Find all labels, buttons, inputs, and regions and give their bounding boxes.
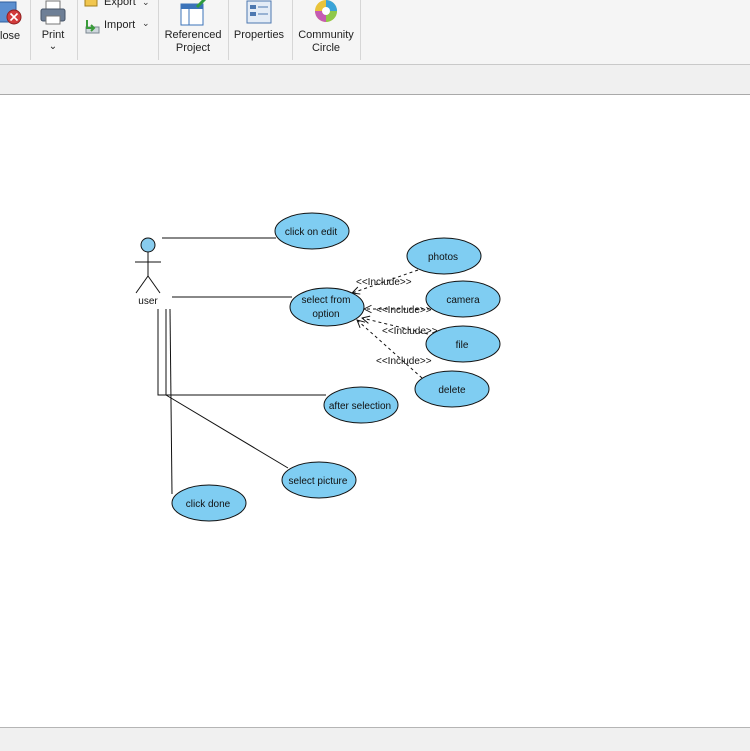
printer-icon [40,0,66,25]
ribbon-separator [158,0,159,60]
use-case-camera[interactable]: camera [425,280,501,318]
include-label: <<Include>> [382,326,438,337]
use-case-label: file [456,340,469,351]
actor-leg-right [147,275,161,294]
community-circle-label-2: Circle [311,42,341,54]
referenced-project-label-2: Project [175,42,211,54]
include-label: <<Include>> [376,356,432,367]
use-case-delete[interactable]: delete [414,370,490,408]
use-case-select-picture[interactable]: select picture [281,461,357,499]
use-case-label: click on edit [285,227,337,238]
community-circle-icon [315,0,337,22]
properties-button[interactable]: Properties [232,0,286,42]
close-button[interactable]: lose [0,0,24,42]
include-label: <<Include>> [356,277,412,288]
use-case-photos[interactable]: photos [406,237,482,275]
properties-label: Properties [233,29,285,41]
chevron-down-icon: ⌄ [142,0,150,7]
use-case-label: after selection [329,401,391,412]
association-line[interactable] [157,309,326,396]
import-button[interactable]: Import ⌄ [84,17,154,34]
use-case-label-line2: option [312,309,339,320]
use-case-label: photos [428,252,458,263]
use-case-select-from-option[interactable]: select from option [289,287,365,327]
import-icon [85,20,100,34]
use-case-label: camera [446,295,480,306]
ribbon-separator [30,0,31,60]
community-circle-button[interactable]: Community Circle [296,0,356,55]
use-case-label: select picture [289,476,348,487]
actor-head [140,237,156,253]
community-circle-label-1: Community [298,29,354,41]
close-icon [0,1,22,25]
actor-leg-left [135,275,149,294]
diagram-canvas[interactable]: <<Include>> <<Include>> <<Include>> <<In… [0,95,750,727]
properties-icon [246,0,272,24]
import-label: Import [104,19,136,31]
use-case-click-on-edit[interactable]: click on edit [274,212,350,250]
referenced-project-icon [180,0,207,26]
ribbon-separator [228,0,229,60]
actor-name: user [138,296,158,307]
ribbon-separator [77,0,78,60]
export-button[interactable]: Export ⌄ [84,0,154,10]
use-case-file[interactable]: file [425,325,501,363]
include-label: <<Include>> [376,305,432,316]
use-case-label: delete [438,385,466,396]
referenced-project-label-1: Referenced [164,29,222,41]
diagram-tab-bar [0,65,750,95]
use-case-diagram: <<Include>> <<Include>> <<Include>> <<In… [135,212,501,522]
close-label: lose [0,30,21,42]
ribbon-separator [360,0,361,60]
referenced-project-button[interactable]: Referenced Project [162,0,224,55]
ribbon-separator [292,0,293,60]
ribbon-toolbar: lose Print ⌄ Export ⌄ Import ⌄ Reference… [0,0,750,65]
use-case-label-line1: select from [302,295,351,306]
chevron-down-icon: ⌄ [48,41,58,52]
association-line[interactable] [165,309,289,469]
actor-user[interactable]: user [135,237,161,307]
use-case-after-selection[interactable]: after selection [323,386,399,424]
use-case-click-done[interactable]: click done [171,484,247,522]
export-icon [84,0,98,7]
association-line[interactable] [169,308,173,495]
print-button[interactable]: Print ⌄ [36,0,70,52]
use-case-label: click done [186,499,231,510]
status-bar [0,727,750,751]
export-label: Export [104,0,136,8]
chevron-down-icon: ⌄ [142,18,150,28]
